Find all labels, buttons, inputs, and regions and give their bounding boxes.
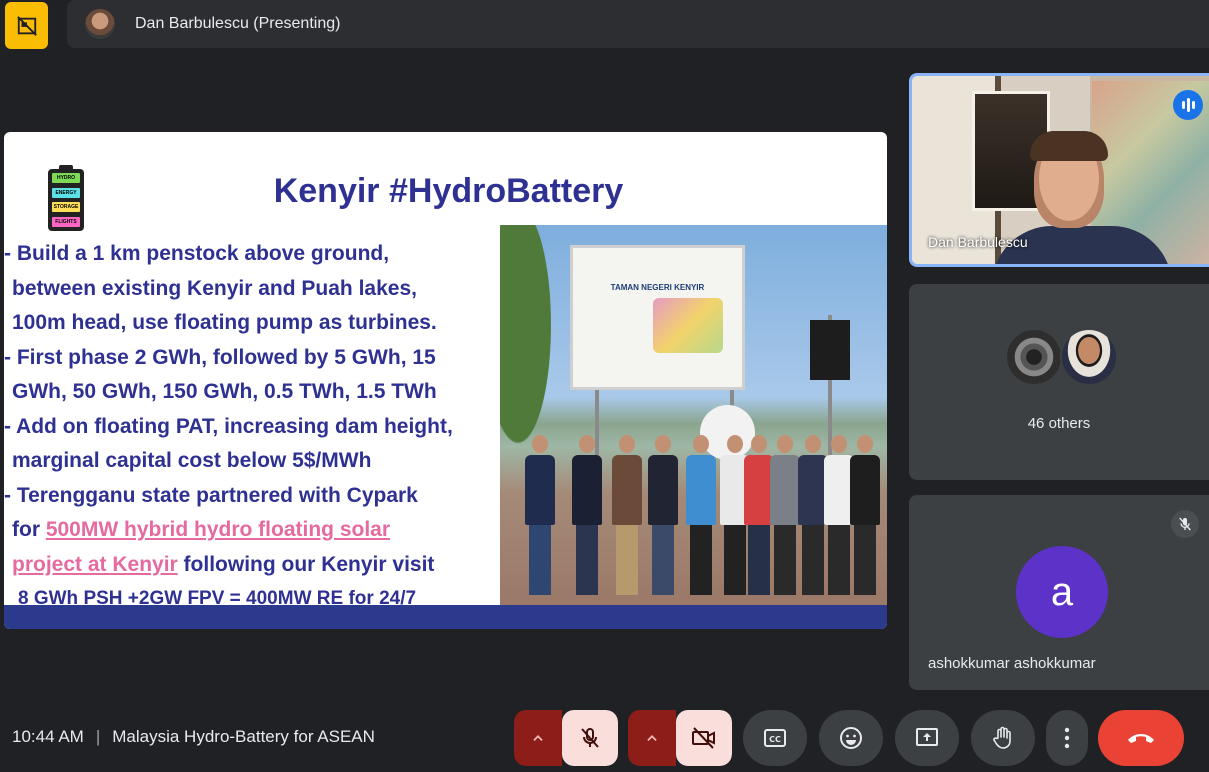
speaking-indicator-icon: [1173, 90, 1203, 120]
closed-captions-icon: CC: [764, 729, 786, 747]
bottom-bar: 10:44 AM | Malaysia Hydro-Battery for ASEA…: [0, 700, 1209, 772]
mic-toggle-button[interactable]: [562, 710, 618, 766]
avatar: [1005, 328, 1063, 386]
presenter-label: Dan Barbulescu (Presenting): [135, 15, 341, 32]
bullet-line: 100m head, use floating pump as turbines…: [12, 311, 437, 334]
loudspeaker: [810, 320, 850, 380]
bullet-line: - Terengganu state partnered with Cypark: [4, 483, 418, 507]
layout-button[interactable]: [5, 2, 48, 49]
camera-options-button[interactable]: [628, 710, 676, 766]
participant-tile-others[interactable]: 46 others: [909, 284, 1209, 480]
bullet-line: GWh, 50 GWh, 150 GWh, 0.5 TWh, 1.5 TWh: [12, 380, 437, 403]
bullet-line: - Build a 1 km penstock above ground,: [4, 242, 390, 265]
bullet-line: marginal capital cost below 5$/MWh: [12, 449, 372, 472]
chevron-up-icon: [647, 735, 657, 741]
more-options-button[interactable]: [1046, 710, 1088, 766]
slide-bullets: - Build a 1 km penstock above ground, be…: [4, 237, 504, 617]
camera-control-group: [628, 710, 732, 766]
avatar: a: [1016, 546, 1108, 638]
raise-hand-button[interactable]: [971, 710, 1035, 766]
others-count: 46 others: [1027, 415, 1091, 432]
link-prefix: for: [12, 518, 46, 541]
top-bar: Dan Barbulescu (Presenting): [0, 0, 1209, 50]
presentation-slide: HYDRO ENERGY STORAGE FLIGHTS Kenyir #Hyd…: [4, 132, 887, 629]
kenyir-group-photo: TAMAN NEGERI KENYIR: [500, 225, 887, 607]
bullet-line: - Add on floating PAT, increasing dam he…: [4, 414, 453, 438]
billboard: TAMAN NEGERI KENYIR: [570, 245, 745, 390]
camera-off-icon: [692, 727, 715, 749]
captions-button[interactable]: CC: [743, 710, 807, 766]
meeting-info: 10:44 AM | Malaysia Hydro-Battery for ASEA…: [12, 727, 375, 747]
meeting-title: Malaysia Hydro-Battery for ASEAN: [112, 727, 375, 746]
bullet-line-with-link: for 500MW hybrid hydro floating solar: [4, 513, 504, 548]
layout-off-icon: [16, 15, 37, 36]
svg-text:CC: CC: [769, 735, 781, 744]
presenter-avatar: [85, 9, 115, 39]
group-of-people: [520, 405, 880, 605]
cypark-project-link-cont[interactable]: project at Kenyir: [12, 553, 178, 576]
emoji-icon: [840, 727, 862, 749]
presenting-banner: Dan Barbulescu (Presenting): [67, 0, 1209, 48]
participant-name: ashokkumar ashokkumar: [928, 655, 1096, 672]
present-screen-button[interactable]: [895, 710, 959, 766]
clock-time: 10:44 AM: [12, 727, 84, 746]
mic-options-button[interactable]: [514, 710, 562, 766]
camera-toggle-button[interactable]: [676, 710, 732, 766]
billboard-title: TAMAN NEGERI KENYIR: [610, 283, 705, 292]
reactions-button[interactable]: [819, 710, 883, 766]
more-vert-icon: [1064, 727, 1070, 749]
cypark-project-link[interactable]: 500MW hybrid hydro floating solar: [46, 518, 390, 541]
participant-tile-self[interactable]: Dan Barbulescu: [909, 73, 1209, 267]
hand-icon: [993, 726, 1011, 749]
participant-tile-ashokkumar[interactable]: a ashokkumar ashokkumar: [909, 495, 1209, 690]
hang-up-icon: [1128, 734, 1154, 743]
mic-off-icon: [581, 727, 599, 748]
avatar: [1060, 328, 1118, 386]
battery-label: FLIGHTS: [52, 216, 80, 227]
participant-name: Dan Barbulescu: [928, 234, 1028, 250]
slide-title: Kenyir #HydroBattery: [273, 172, 624, 210]
bullet-line: - First phase 2 GWh, followed by 5 GWh, …: [4, 345, 436, 369]
present-screen-icon: [916, 728, 938, 746]
separator: |: [95, 727, 101, 746]
bullet-line-with-link: project at Kenyir following our Kenyir v…: [4, 548, 504, 583]
chevron-up-icon: [533, 735, 543, 741]
leave-call-button[interactable]: [1098, 710, 1184, 766]
microphone-control-group: [514, 710, 618, 766]
slide-footer-bar: [4, 605, 887, 629]
mic-off-icon: [1171, 510, 1199, 538]
link-suffix: following our Kenyir visit: [177, 552, 435, 576]
bullet-line: between existing Kenyir and Puah lakes,: [12, 276, 417, 300]
